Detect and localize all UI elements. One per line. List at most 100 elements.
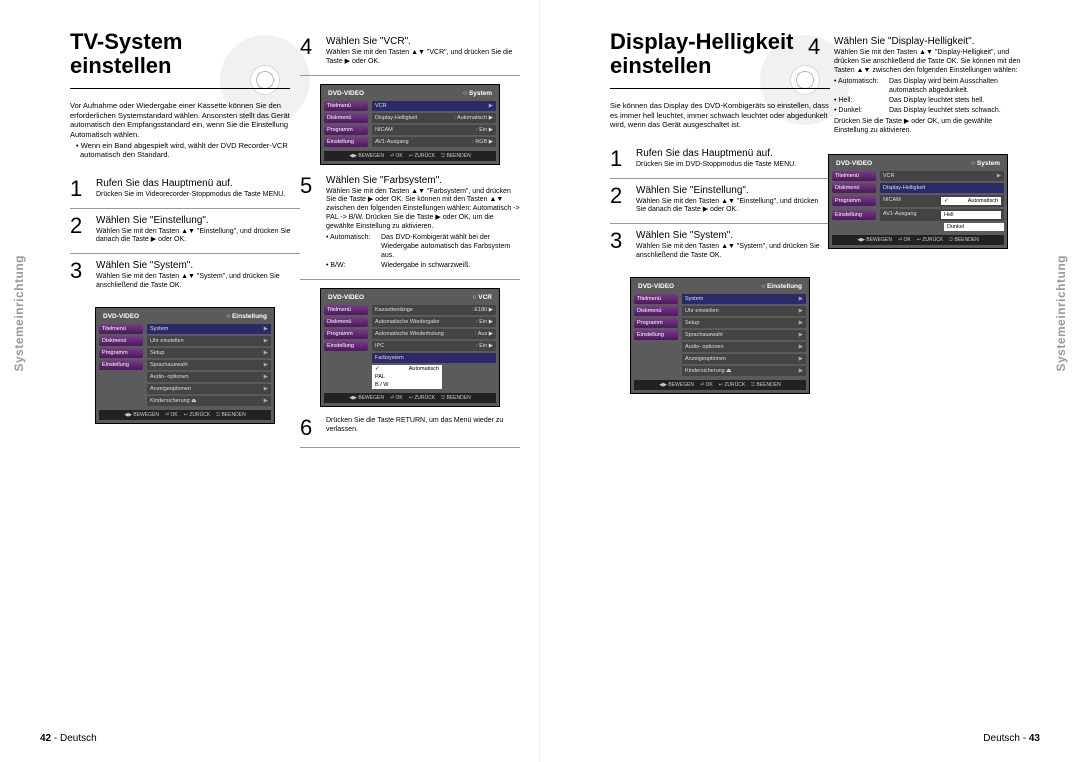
osd-item: Display-Helligkeit: Automatisch ▶ <box>372 113 496 123</box>
osd-item: NICAM: Ein ▶ <box>372 125 496 135</box>
step-6: 6 Drücken Sie die Taste RETURN, um das M… <box>300 411 520 448</box>
osd-item: Sprachauswahl▶ <box>682 330 806 340</box>
intro-paragraph: Sie können das Display des DVD-Kombigerä… <box>610 101 829 129</box>
intro-text: Vor Aufnahme oder Wiedergabe einer Kasse… <box>70 101 290 159</box>
osd-tab: Programm <box>832 196 876 206</box>
osd-item: Anzeigeoptionen▶ <box>147 384 271 394</box>
page-lang: Deutsch <box>60 733 97 744</box>
step-desc: Wählen Sie mit den Tasten ▲▼ "Display-He… <box>834 49 1028 136</box>
osd-tab: Diskmenü <box>324 113 368 123</box>
osd-footer: ◀▶ BEWEGEN⏎ OK↩ ZURÜCK⎋ BEENDEN <box>99 410 271 420</box>
osd-tab: Einstellung <box>99 360 143 370</box>
osd-footer: ◀▶ BEWEGEN⏎ OK↩ ZURÜCK⎋ BEENDEN <box>324 151 496 161</box>
step-number: 1 <box>70 178 88 200</box>
osd-tab: Diskmenü <box>99 336 143 346</box>
osd-header-right: ○ Einstellung <box>761 283 802 290</box>
osd-einstellung: DVD-VIDEO○ Einstellung TitelmenüSystem▶ … <box>95 307 275 424</box>
intro-text: Sie können das Display des DVD-Kombigerä… <box>610 101 830 129</box>
title-line1: TV-System <box>70 29 183 54</box>
step-desc: Drücken Sie die Taste RETURN, um das Men… <box>326 417 520 435</box>
intro-bullet: • Wenn ein Band abgespielt wird, wählt d… <box>76 141 290 160</box>
page-lang: Deutsch <box>983 733 1020 744</box>
page-42: Systemeinrichtung TV-System einstellen V… <box>0 0 540 762</box>
side-tab: Systemeinrichtung <box>12 255 26 372</box>
osd-footer: ◀▶ BEWEGEN⏎ OK↩ ZURÜCK⎋ BEENDEN <box>634 380 806 390</box>
step-title: Wählen Sie "VCR". <box>326 36 520 47</box>
step-number: 6 <box>300 417 318 439</box>
osd-tab: Titelmenü <box>832 171 876 181</box>
step-1: 1 Rufen Sie das Hauptmenü auf. Drücken S… <box>610 142 830 179</box>
osd-tab: Einstellung <box>324 137 368 147</box>
osd-item: NICAM Automatisch <box>880 195 1004 207</box>
step-1: 1 Rufen Sie das Hauptmenü auf. Drücken S… <box>70 172 300 209</box>
left-column: 1 Rufen Sie das Hauptmenü auf. Drücken S… <box>70 172 300 428</box>
page-title-block: TV-System einstellen <box>70 30 290 89</box>
osd-header-right: ○ System <box>971 160 1000 167</box>
osd-header-right: ○ System <box>463 90 492 97</box>
intro-paragraph: Vor Aufnahme oder Wiedergabe einer Kasse… <box>70 101 290 138</box>
step-4: 4 Wählen Sie "Display-Helligkeit". Wähle… <box>808 30 1028 144</box>
osd-tab: Titelmenü <box>634 294 678 304</box>
step-number: 1 <box>610 148 628 170</box>
step-desc: Wählen Sie mit den Tasten ▲▼ "Einstellun… <box>636 198 830 216</box>
osd-item: Audio- optionen▶ <box>147 372 271 382</box>
osd-footer: ◀▶ BEWEGEN⏎ OK↩ ZURÜCK⎋ BEENDEN <box>832 235 1004 245</box>
osd-item: Kassettenlänge: E180 ▶ <box>372 305 496 315</box>
step-number: 4 <box>808 36 826 136</box>
osd-sub: Dunkel <box>944 223 1004 231</box>
osd-sub: Automatisch <box>372 365 442 373</box>
osd-sub: PAL <box>372 373 442 381</box>
osd-header-left: DVD-VIDEO <box>328 294 364 301</box>
page-footer: Deutsch - 43 <box>983 733 1040 744</box>
step-desc: Wählen Sie mit den Tasten ▲▼ "System", u… <box>96 273 300 291</box>
page-number: 43 <box>1029 733 1040 744</box>
page-number: 42 <box>40 733 51 744</box>
step-title: Wählen Sie "Einstellung". <box>96 215 300 226</box>
osd-header-left: DVD-VIDEO <box>836 160 872 167</box>
osd-einstellung: DVD-VIDEO○ Einstellung TitelmenüSystem▶ … <box>630 277 810 394</box>
step-2: 2 Wählen Sie "Einstellung". Wählen Sie m… <box>70 209 300 255</box>
step-title: Wählen Sie "Einstellung". <box>636 185 830 196</box>
step-number: 3 <box>610 230 628 261</box>
step-title: Wählen Sie "System". <box>96 260 300 271</box>
page-43: Systemeinrichtung Display-Helligkeit ein… <box>540 0 1080 762</box>
osd-item: Audio- optionen▶ <box>682 342 806 352</box>
title-line1: Display-Helligkeit <box>610 29 793 54</box>
osd-sub: Hell <box>941 211 1001 219</box>
step-5: 5 Wählen Sie "Farbsystem". Wählen Sie mi… <box>300 169 520 281</box>
osd-tab: Titelmenü <box>99 324 143 334</box>
right-column: 4 Wählen Sie "Display-Helligkeit". Wähle… <box>808 30 1028 253</box>
osd-tab: Titelmenü <box>324 305 368 315</box>
osd-item: System▶ <box>147 324 271 334</box>
step-title: Wählen Sie "Display-Helligkeit". <box>834 36 1028 47</box>
osd-tab: Diskmenü <box>832 183 876 193</box>
osd-item: Display-Helligkeit <box>880 183 1004 193</box>
step-number: 4 <box>300 36 318 67</box>
osd-item: System▶ <box>682 294 806 304</box>
step-3: 3 Wählen Sie "System". Wählen Sie mit de… <box>70 254 300 299</box>
osd-tab: Programm <box>324 329 368 339</box>
osd-vcr: DVD-VIDEO○ VCR TitelmenüKassettenlänge: … <box>320 288 500 407</box>
osd-item: Sprachauswahl▶ <box>147 360 271 370</box>
step-desc: Wählen Sie mit den Tasten ▲▼ "System", u… <box>636 243 830 261</box>
osd-tab: Diskmenü <box>634 306 678 316</box>
step-desc: Wählen Sie mit den Tasten ▲▼ "Einstellun… <box>96 228 300 246</box>
step-title: Rufen Sie das Hauptmenü auf. <box>96 178 300 189</box>
step-number: 2 <box>70 215 88 246</box>
osd-item: Setup▶ <box>147 348 271 358</box>
step-title: Wählen Sie "Farbsystem". <box>326 175 520 186</box>
page-title: TV-System einstellen <box>70 30 290 78</box>
osd-item: Uhr einstellen▶ <box>147 336 271 346</box>
osd-header-left: DVD-VIDEO <box>328 90 364 97</box>
step-number: 3 <box>70 260 88 291</box>
osd-item: Automatische Wiederholung: Aus ▶ <box>372 329 496 339</box>
osd-item: Kindersicherung ⏏▶ <box>147 396 271 406</box>
page-title-block: Display-Helligkeit einstellen <box>610 30 830 89</box>
osd-tab: Einstellung <box>832 210 876 220</box>
page-footer: 42 - Deutsch <box>40 733 97 744</box>
step-desc: Wählen Sie mit den Tasten ▲▼ "VCR", und … <box>326 49 520 67</box>
osd-item: AV1-Ausgang: RGB ▶ <box>372 137 496 147</box>
osd-item: VCR▶ <box>372 101 496 111</box>
osd-tab: Programm <box>634 318 678 328</box>
osd-item: VCR▶ <box>880 171 1004 181</box>
